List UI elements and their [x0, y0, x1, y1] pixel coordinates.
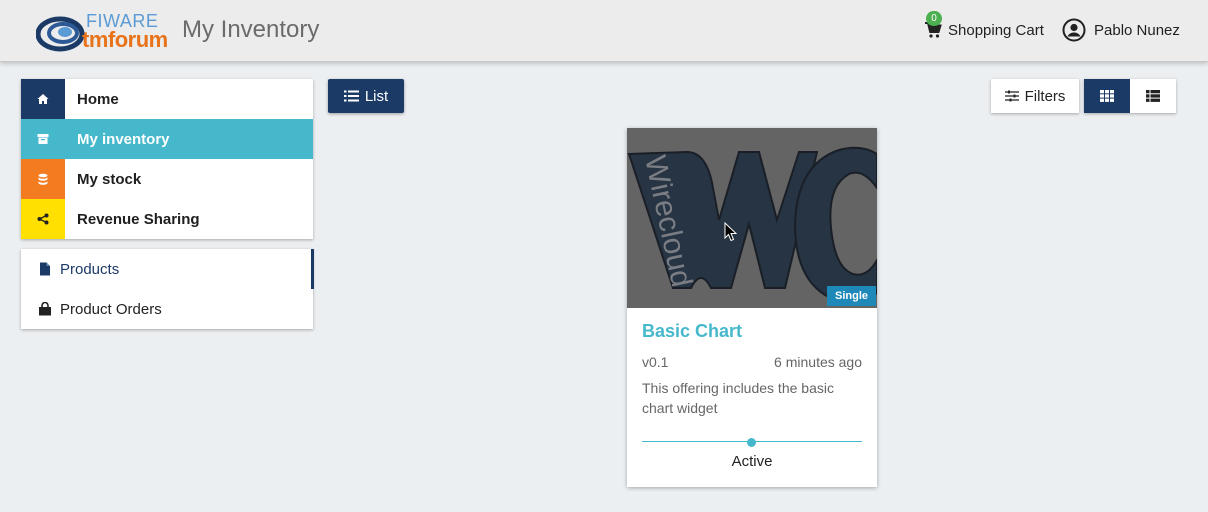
- user-menu[interactable]: Pablo Nunez: [1062, 17, 1180, 43]
- sidebar-nav: Home My inventory My stock Revenue Shari…: [21, 79, 313, 239]
- file-icon: [40, 262, 50, 276]
- subnav-item-product-orders[interactable]: Product Orders: [21, 289, 313, 329]
- subnav-item-label: Product Orders: [60, 300, 162, 318]
- sidebar-item-my-inventory[interactable]: My inventory: [21, 119, 313, 159]
- cart-icon: 0: [924, 11, 942, 39]
- product-card[interactable]: Wirecloud Single Basic Chart v0.1 6 minu…: [627, 128, 877, 487]
- list-icon: [343, 90, 359, 102]
- sidebar-item-label: My stock: [77, 170, 142, 188]
- product-status: Active: [731, 453, 773, 470]
- user-circle-icon: [1062, 18, 1086, 42]
- shopping-cart-button[interactable]: 0 Shopping Cart: [924, 11, 1044, 41]
- product-type-badge: Single: [826, 286, 876, 306]
- fiware-tmforum-logo[interactable]: FIWARE tmforum: [36, 10, 176, 52]
- sliders-icon: [1004, 90, 1019, 102]
- logo-swirl-icon: [36, 16, 85, 52]
- sidebar-item-home[interactable]: Home: [21, 79, 313, 119]
- sidebar-subnav: Products Product Orders: [21, 249, 314, 329]
- list-button[interactable]: List: [328, 79, 404, 113]
- product-version: v0.1: [642, 354, 669, 370]
- product-image: Wirecloud: [627, 128, 877, 308]
- subnav-item-label: Products: [60, 260, 120, 278]
- list-view-button[interactable]: [1130, 79, 1176, 113]
- list-detail-icon: [1146, 90, 1160, 102]
- sidebar-item-label: Revenue Sharing: [77, 210, 200, 228]
- top-header: FIWARE tmforum My Inventory 0 Shopping C…: [0, 0, 1208, 62]
- product-title[interactable]: Basic Chart: [642, 321, 742, 342]
- filters-button-label: Filters: [1024, 87, 1066, 105]
- share-icon: [21, 199, 65, 239]
- product-timestamp: 6 minutes ago: [774, 354, 862, 370]
- sidebar-item-label: My inventory: [77, 130, 170, 148]
- wirecloud-logo-image: Wirecloud: [627, 128, 877, 308]
- product-description: This offering includes the basic chart w…: [642, 380, 834, 416]
- sidebar-item-revenue-sharing[interactable]: Revenue Sharing: [21, 199, 313, 239]
- subnav-item-products[interactable]: Products: [21, 249, 314, 289]
- home-icon: [21, 79, 65, 119]
- sidebar-item-my-stock[interactable]: My stock: [21, 159, 313, 199]
- filters-button[interactable]: Filters: [991, 79, 1079, 113]
- logo-text-tmforum: tmforum: [82, 27, 168, 52]
- sidebar-item-label: Home: [77, 90, 119, 108]
- view-mode-toggle: [1084, 79, 1176, 113]
- grid-icon: [1100, 90, 1114, 102]
- cart-label: Shopping Cart: [948, 21, 1044, 39]
- page-title: My Inventory: [182, 16, 320, 43]
- archive-icon: [21, 119, 65, 159]
- cart-count-badge: 0: [926, 11, 942, 26]
- mouse-cursor-icon: [724, 222, 738, 242]
- status-indicator-dot: [747, 438, 756, 447]
- user-name: Pablo Nunez: [1094, 21, 1180, 39]
- shopping-bag-icon: [39, 302, 51, 316]
- database-icon: [21, 159, 65, 199]
- list-button-label: List: [364, 87, 389, 105]
- grid-view-button[interactable]: [1084, 79, 1130, 113]
